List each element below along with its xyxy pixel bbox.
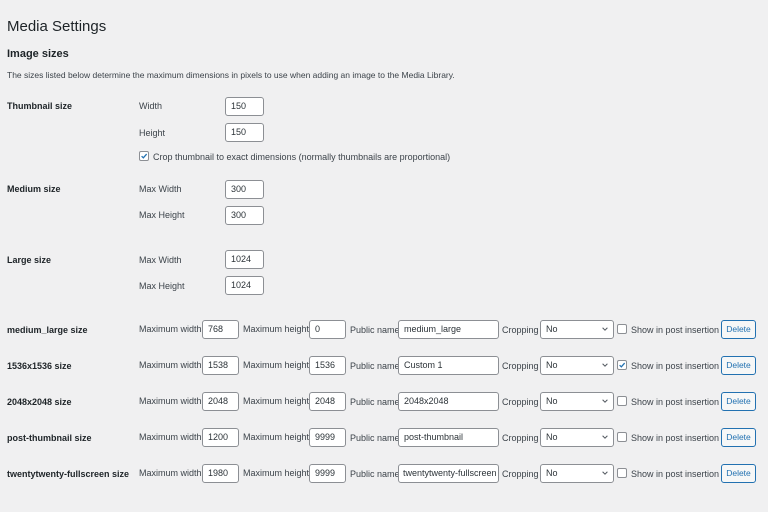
max-height-input[interactable]: 0 — [309, 320, 346, 339]
public-name-label: Public name — [350, 325, 400, 335]
thumbnail-height-input[interactable]: 150 — [225, 123, 264, 142]
show-in-post-label: Show in post insertion ? — [631, 469, 727, 479]
cropping-select[interactable]: No — [540, 464, 614, 483]
cropping-select[interactable]: No — [540, 320, 614, 339]
thumbnail-width-input[interactable]: 150 — [225, 97, 264, 116]
show-in-post-checkbox[interactable] — [617, 396, 627, 406]
max-width-input[interactable]: 2048 — [202, 392, 239, 411]
show-in-post-checkbox[interactable] — [617, 324, 627, 334]
cropping-select[interactable]: No — [540, 392, 614, 411]
custom-size-label: 2048x2048 size — [7, 397, 72, 407]
show-in-post-checkbox[interactable] — [617, 360, 627, 370]
crop-thumbnail-label: Crop thumbnail to exact dimensions (norm… — [153, 152, 451, 162]
section-title: Image sizes — [7, 48, 69, 60]
max-width-input[interactable]: 768 — [202, 320, 239, 339]
delete-button[interactable]: Delete — [721, 356, 756, 375]
max-height-label: Maximum height — [243, 432, 310, 442]
checkmark-icon — [141, 153, 148, 159]
medium-height-label: Max Height — [139, 210, 185, 220]
max-width-input[interactable]: 1538 — [202, 356, 239, 375]
medium-height-input[interactable]: 300 — [225, 206, 264, 225]
max-height-label: Maximum height — [243, 324, 310, 334]
show-in-post-label: Show in post insertion ? — [631, 361, 727, 371]
custom-size-label: medium_large size — [7, 325, 88, 335]
cropping-label: Cropping — [502, 433, 539, 443]
show-in-post-label: Show in post insertion ? — [631, 397, 727, 407]
chevron-down-icon — [602, 435, 608, 439]
public-name-input[interactable]: 2048x2048 — [398, 392, 499, 411]
public-name-input[interactable]: Custom 1 — [398, 356, 499, 375]
thumbnail-height-label: Height — [139, 128, 166, 138]
crop-thumbnail-checkbox[interactable] — [139, 151, 149, 161]
custom-size-label: twentytwenty-fullscreen size — [7, 469, 130, 479]
page-title: Media Settings — [7, 18, 107, 35]
max-height-label: Maximum height — [243, 360, 310, 370]
public-name-label: Public name — [350, 469, 400, 479]
show-in-post-checkbox[interactable] — [617, 432, 627, 442]
cropping-label: Cropping — [502, 325, 539, 335]
medium-width-input[interactable]: 300 — [225, 180, 264, 199]
public-name-label: Public name — [350, 361, 400, 371]
delete-button[interactable]: Delete — [721, 428, 756, 447]
show-in-post-checkbox[interactable] — [617, 468, 627, 478]
show-in-post-label: Show in post insertion ? — [631, 433, 727, 443]
show-in-post-label: Show in post insertion ? — [631, 325, 727, 335]
chevron-down-icon — [602, 399, 608, 403]
thumbnail-width-label: Width — [139, 101, 163, 111]
max-width-label: Maximum width — [139, 396, 202, 406]
cropping-select[interactable]: No — [540, 356, 614, 375]
public-name-label: Public name — [350, 397, 400, 407]
public-name-input[interactable]: post-thumbnail — [398, 428, 499, 447]
max-width-label: Maximum width — [139, 468, 202, 478]
max-height-input[interactable]: 1536 — [309, 356, 346, 375]
chevron-down-icon — [602, 327, 608, 331]
max-width-input[interactable]: 1980 — [202, 464, 239, 483]
public-name-label: Public name — [350, 433, 400, 443]
max-width-label: Maximum width — [139, 432, 202, 442]
max-width-label: Maximum width — [139, 360, 202, 370]
max-width-input[interactable]: 1200 — [202, 428, 239, 447]
delete-button[interactable]: Delete — [721, 320, 756, 339]
cropping-label: Cropping — [502, 361, 539, 371]
max-width-label: Maximum width — [139, 324, 202, 334]
delete-button[interactable]: Delete — [721, 392, 756, 411]
chevron-down-icon — [602, 471, 608, 475]
cropping-value: No — [546, 468, 558, 478]
max-height-label: Maximum height — [243, 468, 310, 478]
cropping-value: No — [546, 432, 558, 442]
chevron-down-icon — [602, 363, 608, 367]
public-name-input[interactable]: twentytwenty-fullscreen — [398, 464, 499, 483]
cropping-select[interactable]: No — [540, 428, 614, 447]
max-height-input[interactable]: 9999 — [309, 428, 346, 447]
max-height-label: Maximum height — [243, 396, 310, 406]
cropping-label: Cropping — [502, 397, 539, 407]
delete-button[interactable]: Delete — [721, 464, 756, 483]
cropping-label: Cropping — [502, 469, 539, 479]
custom-size-label: 1536x1536 size — [7, 361, 72, 371]
checkmark-icon — [619, 362, 626, 368]
cropping-value: No — [546, 396, 558, 406]
cropping-value: No — [546, 360, 558, 370]
large-size-label: Large size — [7, 255, 52, 265]
custom-size-label: post-thumbnail size — [7, 433, 92, 443]
cropping-value: No — [546, 324, 558, 334]
large-width-label: Max Width — [139, 255, 182, 265]
public-name-input[interactable]: medium_large — [398, 320, 499, 339]
section-description: The sizes listed below determine the max… — [7, 70, 455, 80]
max-height-input[interactable]: 9999 — [309, 464, 346, 483]
max-height-input[interactable]: 2048 — [309, 392, 346, 411]
large-height-label: Max Height — [139, 281, 185, 291]
medium-width-label: Max Width — [139, 184, 182, 194]
large-width-input[interactable]: 1024 — [225, 250, 264, 269]
thumbnail-size-label: Thumbnail size — [7, 101, 73, 111]
large-height-input[interactable]: 1024 — [225, 276, 264, 295]
medium-size-label: Medium size — [7, 184, 61, 194]
